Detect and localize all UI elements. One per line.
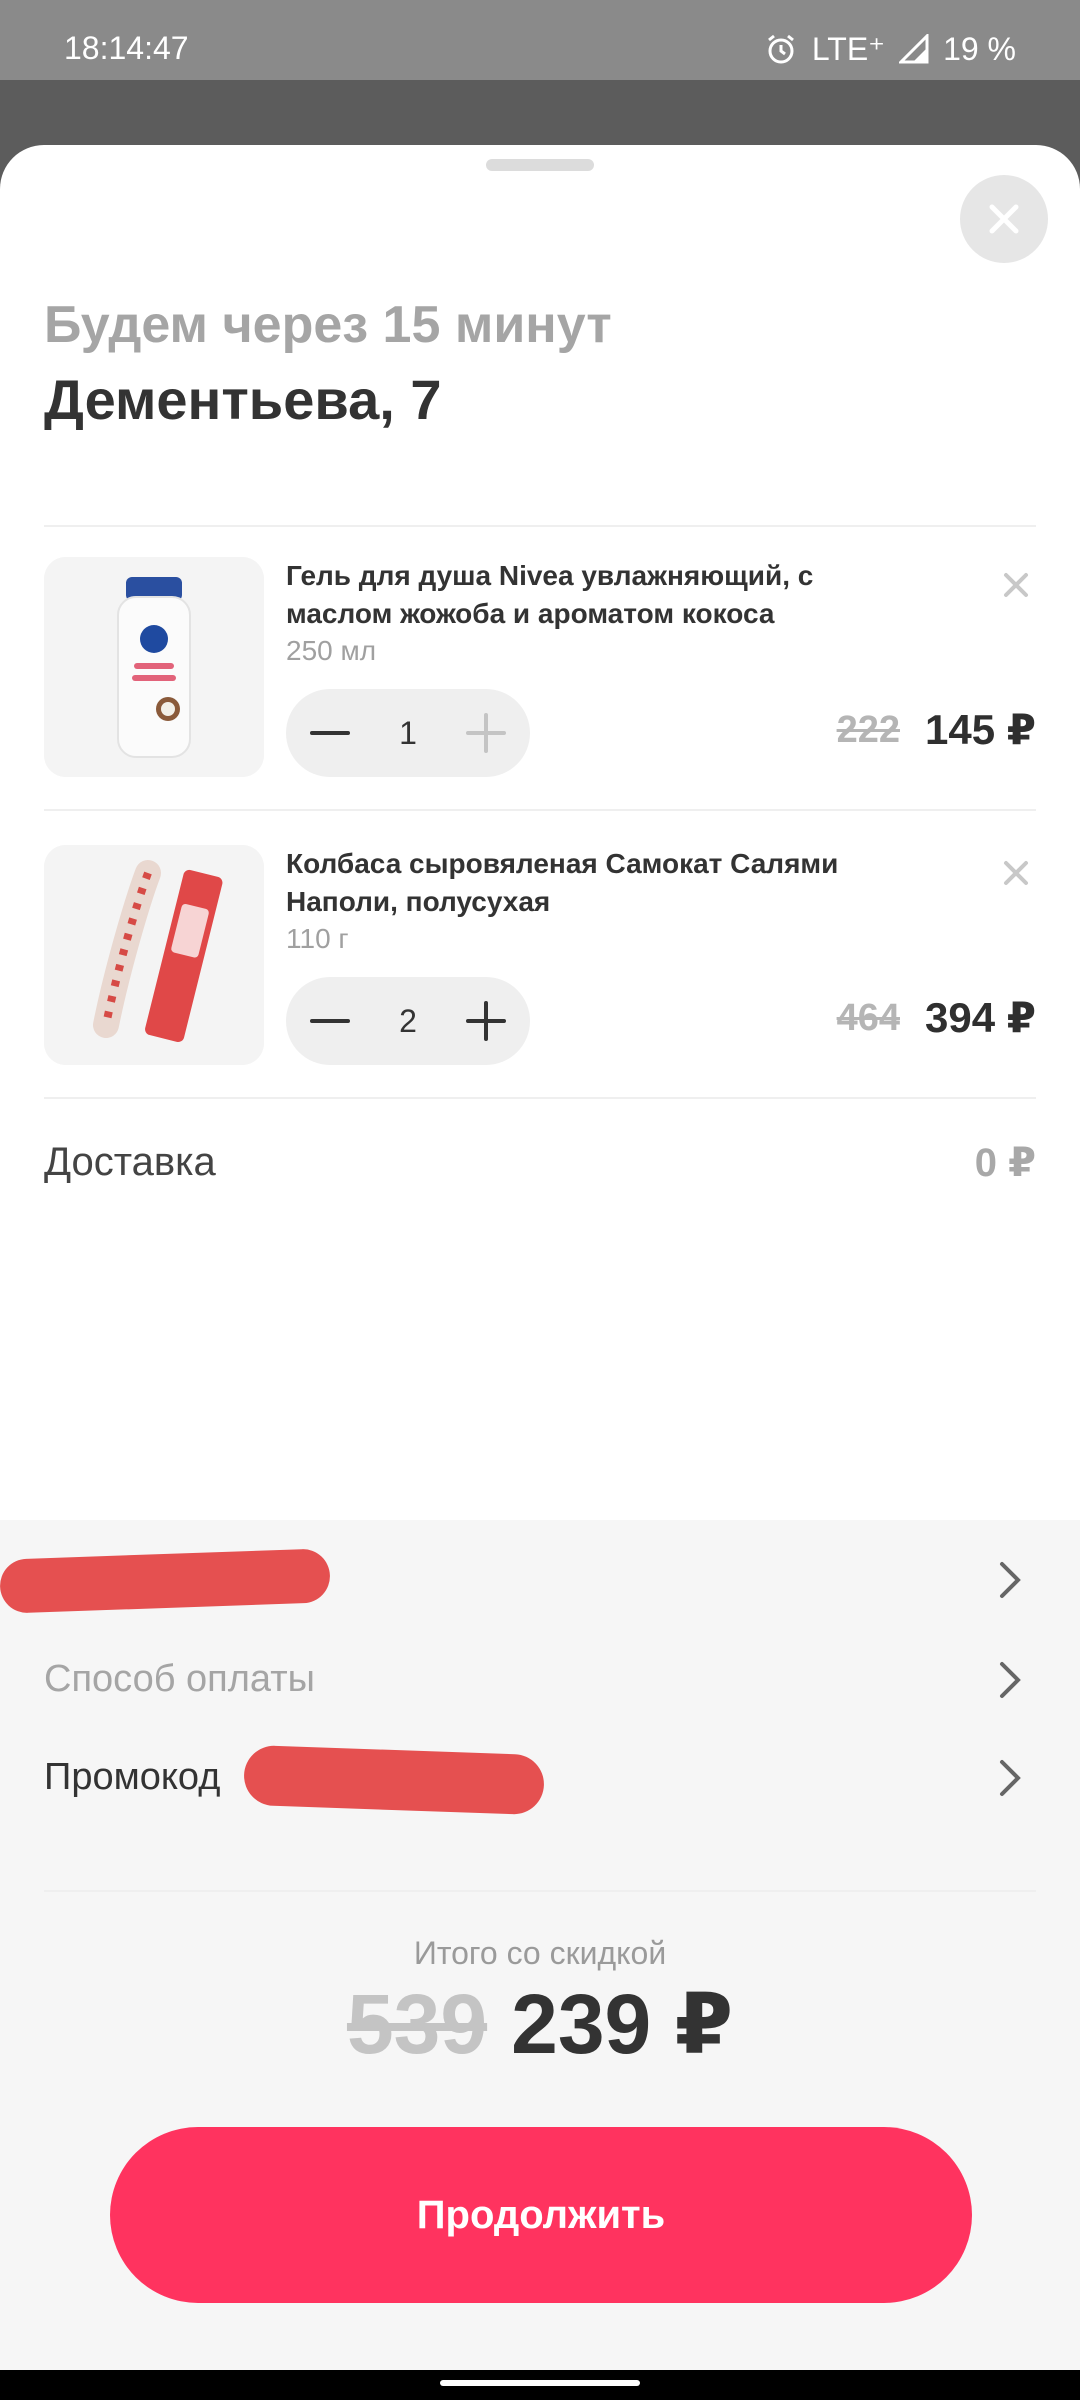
total-new-price: 239 ₽ — [511, 1977, 734, 2071]
status-time: 18:14:47 — [64, 30, 189, 66]
redaction-mark — [243, 1744, 545, 1816]
remove-item-button[interactable] — [996, 565, 1036, 605]
increase-button[interactable] — [442, 977, 530, 1065]
divider — [44, 1890, 1036, 1892]
promo-code-row[interactable]: Промокод — [44, 1738, 1036, 1818]
increase-button[interactable] — [442, 689, 530, 777]
quantity-value: 2 — [399, 1003, 417, 1039]
total-old-price: 539 — [346, 1977, 488, 2071]
close-icon — [989, 204, 1019, 234]
alarm-icon — [767, 34, 794, 64]
quantity-value: 1 — [399, 715, 417, 751]
home-gesture-bar[interactable] — [440, 2380, 640, 2386]
delivery-price: 0 ₽ — [974, 1141, 1036, 1185]
network-type: LTE⁺ — [811, 31, 886, 67]
product-image[interactable] — [44, 845, 264, 1065]
navigation-bar — [0, 2370, 1080, 2400]
product-name: Колбаса сыровяленая Самокат Салями Напол… — [286, 848, 839, 917]
divider — [44, 1097, 1036, 1099]
status-bar: 18:14:47 LTE⁺ 19 % — [0, 0, 1080, 80]
battery-percent: 19 % — [943, 30, 1016, 67]
divider — [44, 809, 1036, 811]
close-button[interactable] — [960, 175, 1048, 263]
current-price: 145 ₽ — [925, 706, 1036, 753]
minus-icon — [310, 1019, 350, 1023]
quantity-stepper: 1 — [286, 689, 530, 777]
cart-item: Колбаса сыровяленая Самокат Салями Напол… — [44, 845, 1036, 1065]
chevron-right-icon — [1000, 1662, 1021, 1698]
decrease-button[interactable] — [286, 977, 374, 1065]
delivery-eta: Будем через 15 минут — [44, 296, 612, 354]
remove-item-button[interactable] — [996, 853, 1036, 893]
payment-method-label: Способ оплаты — [44, 1658, 315, 1700]
old-price: 222 — [836, 709, 900, 751]
quantity-stepper: 2 — [286, 977, 530, 1065]
promo-code-label: Промокод — [44, 1756, 221, 1798]
minus-icon — [310, 731, 350, 735]
continue-button[interactable]: Продолжить — [110, 2127, 972, 2303]
decrease-button[interactable] — [286, 689, 374, 777]
product-image[interactable] — [44, 557, 264, 777]
signal-icon — [899, 34, 929, 64]
close-icon — [1004, 573, 1028, 597]
drag-handle[interactable] — [486, 159, 594, 171]
delivery-address[interactable]: Дементьева, 7 — [44, 367, 441, 432]
order-total: 539 239 ₽ — [0, 1975, 1080, 2073]
salami-stick-icon — [44, 845, 264, 1065]
checkout-option-row[interactable]: Д — [0, 1540, 1036, 1620]
status-right: LTE⁺ 19 % — [764, 30, 1016, 68]
cart-item: Гель для душа Nivea увлажняющий, с масло… — [44, 557, 1036, 777]
plus-icon — [466, 1001, 506, 1041]
total-label: Итого со скидкой — [413, 1935, 667, 1971]
divider — [44, 525, 1036, 527]
old-price: 464 — [836, 997, 900, 1039]
product-name: Гель для душа Nivea увлажняющий, с масло… — [286, 560, 814, 629]
close-icon — [1004, 861, 1028, 885]
current-price: 394 ₽ — [925, 994, 1036, 1041]
payment-method-row[interactable]: Способ оплаты — [44, 1640, 1036, 1720]
shower-gel-bottle-icon — [44, 557, 264, 777]
redaction-mark — [0, 1548, 331, 1614]
chevron-right-icon — [1000, 1562, 1021, 1598]
product-amount: 110 г — [286, 923, 349, 954]
delivery-label: Доставка — [44, 1140, 216, 1184]
product-amount: 250 мл — [286, 635, 377, 666]
plus-icon — [466, 713, 506, 753]
chevron-right-icon — [1000, 1760, 1021, 1796]
